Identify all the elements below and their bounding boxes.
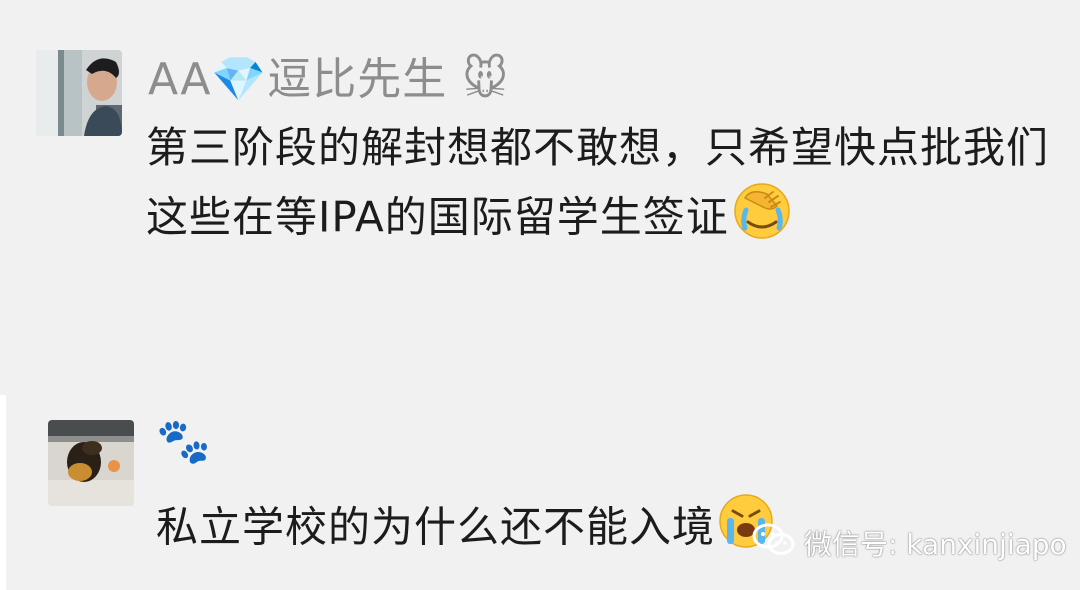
message-text: 第三阶段的解封想都不敢想，只希望快点批我们这些在等IPA的国际留学生签证 [146, 116, 1066, 260]
watermark: 微信号: kanxinjiapo [752, 523, 1067, 563]
panel-edge [0, 395, 6, 590]
avatar[interactable] [48, 420, 134, 506]
avatar[interactable] [36, 50, 122, 136]
message-body: 私立学校的为什么还不能入境 [156, 502, 716, 552]
facepalm-crying-emoji-icon [731, 180, 793, 260]
wechat-icon [752, 522, 796, 565]
username[interactable]: AA💎逗比先生 🐭 [148, 52, 509, 108]
username[interactable]: 🐾 [156, 414, 212, 470]
watermark-text: 微信号: kanxinjiapo [804, 528, 1067, 561]
message-body: 第三阶段的解封想都不敢想，只希望快点批我们这些在等IPA的国际留学生签证 [146, 123, 1050, 242]
comment-panel: AA💎逗比先生 🐭 第三阶段的解封想都不敢想，只希望快点批我们这些在等IPA的国… [0, 0, 1080, 590]
